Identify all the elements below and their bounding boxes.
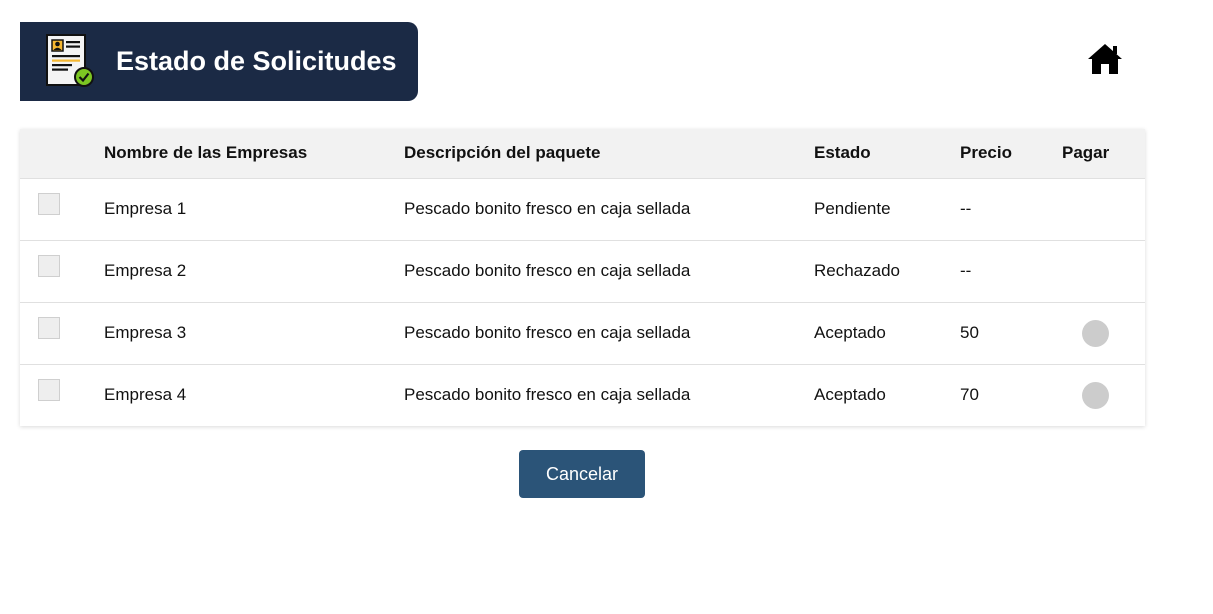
pay-cell [1062, 364, 1145, 426]
column-header-description: Descripción del paquete [404, 143, 601, 163]
description-cell: Pescado bonito fresco en caja sellada [404, 261, 691, 280]
cancel-button[interactable]: Cancelar [519, 450, 645, 498]
table-row: Empresa 2 Pescado bonito fresco en caja … [20, 240, 1145, 302]
column-header-pay: Pagar [1062, 143, 1110, 163]
page-title: Estado de Solicitudes [116, 46, 397, 76]
column-header-company: Nombre de las Empresas [104, 143, 308, 163]
pay-cell [1062, 240, 1145, 302]
price-cell: -- [960, 261, 972, 280]
status-cell: Aceptado [814, 385, 886, 405]
status-cell: Aceptado [814, 323, 886, 342]
home-icon[interactable] [1086, 42, 1124, 76]
price-cell: 70 [960, 385, 979, 405]
column-header-price: Precio [960, 143, 1012, 163]
requests-table: Nombre de las Empresas Descripción del p… [20, 129, 1145, 426]
company-cell: Empresa 2 [104, 261, 187, 280]
table-row: Empresa 4 Pescado bonito fresco en caja … [20, 364, 1145, 426]
row-checkbox[interactable] [38, 193, 60, 215]
description-cell: Pescado bonito fresco en caja sellada [404, 385, 691, 405]
pay-cell [1062, 302, 1145, 364]
page-header: Estado de Solicitudes [20, 22, 418, 101]
table-row: Empresa 1 Pescado bonito fresco en caja … [20, 178, 1145, 240]
document-check-icon [46, 34, 94, 87]
table-header-row: Nombre de las Empresas Descripción del p… [20, 129, 1145, 178]
pay-radio-button[interactable] [1082, 319, 1109, 347]
pay-cell [1062, 178, 1145, 240]
status-cell: Rechazado [814, 261, 901, 280]
row-checkbox[interactable] [38, 255, 60, 277]
status-cell: Pendiente [814, 199, 891, 218]
company-cell: Empresa 4 [104, 385, 187, 405]
column-header-select [20, 129, 104, 178]
company-cell: Empresa 1 [104, 199, 187, 218]
row-checkbox[interactable] [38, 379, 60, 402]
price-cell: 50 [960, 323, 979, 342]
description-cell: Pescado bonito fresco en caja sellada [404, 199, 691, 218]
column-header-status: Estado [814, 143, 871, 163]
company-cell: Empresa 3 [104, 323, 187, 342]
price-cell: -- [960, 199, 972, 218]
pay-radio-button[interactable] [1082, 381, 1109, 409]
description-cell: Pescado bonito fresco en caja sellada [404, 323, 691, 342]
row-checkbox[interactable] [38, 317, 60, 339]
table-row: Empresa 3 Pescado bonito fresco en caja … [20, 302, 1145, 364]
